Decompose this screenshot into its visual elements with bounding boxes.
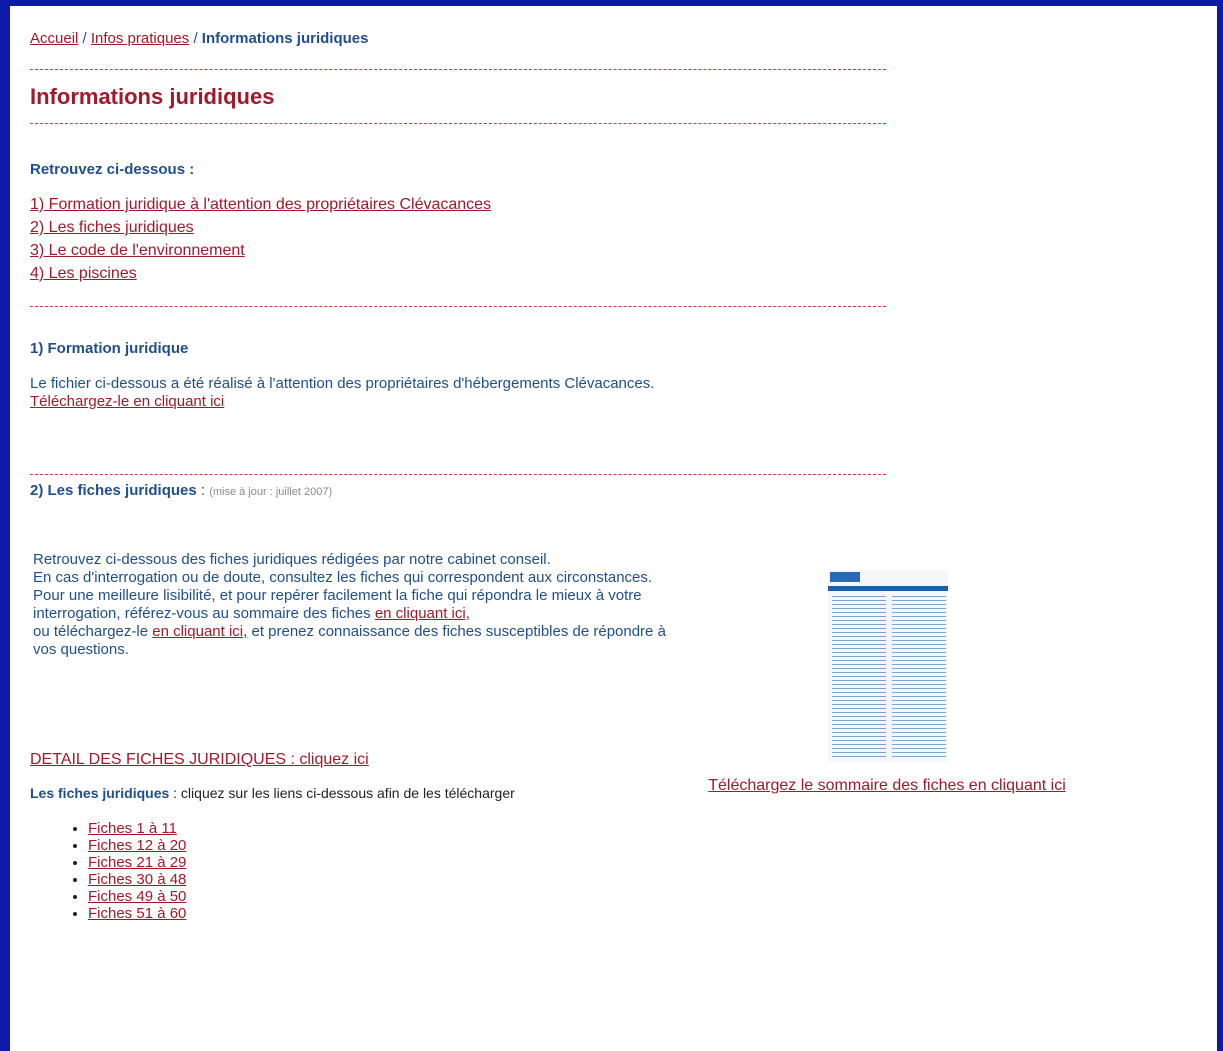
fiche-download-link[interactable]: Fiches 49 à 50 <box>88 888 186 905</box>
section2-colon: : <box>196 482 210 499</box>
table-of-contents: 1) Formation juridique à l'attention des… <box>30 193 890 285</box>
fiches-list: Fiches 1 à 11 Fiches 12 à 20 Fiches 21 à… <box>30 820 890 922</box>
thumbnail-caption: Téléchargez le sommaire des fiches en cl… <box>705 775 1069 797</box>
divider <box>30 69 886 70</box>
intro-heading: Retrouvez ci-dessous : <box>30 161 195 178</box>
fiche-download-link[interactable]: Fiches 30 à 48 <box>88 871 186 888</box>
section2-update-note: (mise à jour : juillet 2007) <box>209 486 333 498</box>
divider <box>30 474 886 475</box>
thumbnail-text-column <box>892 596 946 758</box>
list-item: Fiches 51 à 60 <box>88 905 890 922</box>
thumbnail-logo <box>830 572 860 582</box>
breadcrumb-separator: / <box>193 30 198 47</box>
page-title: Informations juridiques <box>30 84 275 109</box>
section1-download-link[interactable]: Téléchargez-le en cliquant ici <box>30 393 890 411</box>
summary-caption-link[interactable]: Téléchargez le sommaire des fiches en cl… <box>708 777 1066 794</box>
thumbnail-header-bar <box>828 586 948 591</box>
fiche-download-link[interactable]: Fiches 1 à 11 <box>88 820 177 837</box>
breadcrumb: Accueil / Infos pratiques / Informations… <box>30 30 890 47</box>
divider <box>30 123 886 124</box>
section2-description: Retrouvez ci-dessous des fiches juridiqu… <box>33 551 693 659</box>
toc-link-formation[interactable]: 1) Formation juridique à l'attention des… <box>30 193 890 216</box>
thumbnail-text-column <box>832 596 886 758</box>
toc-link-fiches[interactable]: 2) Les fiches juridiques <box>30 216 890 239</box>
fiches-list-intro-rest: : cliquez sur les liens ci-dessous afin … <box>169 785 515 801</box>
section2-para2: En cas d'interrogation ou de doute, cons… <box>33 569 653 586</box>
fiche-download-link[interactable]: Fiches 12 à 20 <box>88 837 186 854</box>
list-item: Fiches 30 à 48 <box>88 871 890 888</box>
divider <box>30 306 886 307</box>
section2-para1: Retrouvez ci-dessous des fiches juridiqu… <box>33 551 551 568</box>
section1-heading: 1) Formation juridique <box>30 340 189 357</box>
list-item: Fiches 21 à 29 <box>88 854 890 871</box>
fiche-download-link[interactable]: Fiches 51 à 60 <box>88 905 186 922</box>
section1-text: Le fichier ci-dessous a été réalisé à l'… <box>30 375 655 392</box>
breadcrumb-section-link[interactable]: Infos pratiques <box>91 30 189 47</box>
list-item: Fiches 12 à 20 <box>88 837 890 854</box>
section2-heading: 2) Les fiches juridiques : (mise à jour … <box>30 482 890 499</box>
list-item: Fiches 1 à 11 <box>88 820 890 837</box>
detail-fiches-link[interactable]: DETAIL DES FICHES JURIDIQUES : cliquez i… <box>30 751 890 769</box>
section2-para3: Pour une meilleure lisibilité, et pour r… <box>33 587 693 659</box>
toc-link-environnement[interactable]: 3) Le code de l'environnement <box>30 239 890 262</box>
breadcrumb-home-link[interactable]: Accueil <box>30 30 78 47</box>
fiches-list-intro-bold: Les fiches juridiques <box>30 785 170 801</box>
breadcrumb-current: Informations juridiques <box>201 30 369 47</box>
summary-view-link[interactable]: en cliquant ici, <box>375 605 470 622</box>
breadcrumb-separator: / <box>82 30 87 47</box>
section2-title: 2) Les fiches juridiques <box>30 482 197 499</box>
list-item: Fiches 49 à 50 <box>88 888 890 905</box>
summary-thumbnail-image[interactable] <box>828 570 948 762</box>
summary-download-link[interactable]: en cliquant ici, <box>152 623 247 640</box>
fiche-download-link[interactable]: Fiches 21 à 29 <box>88 854 186 871</box>
section2-para3-mid: ou téléchargez-le <box>33 623 153 640</box>
toc-link-piscines[interactable]: 4) Les piscines <box>30 262 890 285</box>
section2-para3-start: Pour une meilleure lisibilité, et pour r… <box>33 587 642 622</box>
